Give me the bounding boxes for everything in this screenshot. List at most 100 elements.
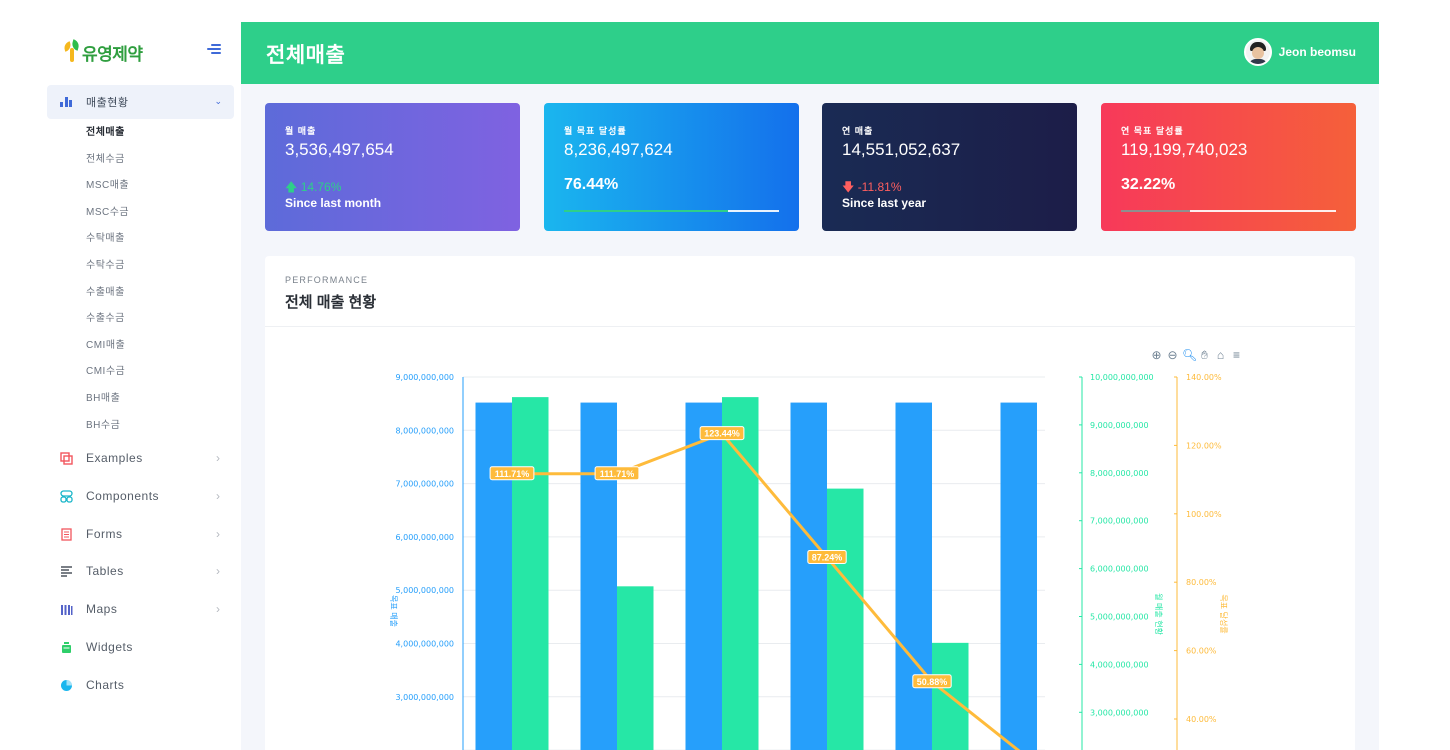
- copy-icon: [60, 451, 73, 465]
- page-title: 전체매출: [266, 44, 346, 67]
- submenu-item[interactable]: 전체수금: [86, 148, 129, 175]
- bar-target-sales: [790, 402, 827, 750]
- sidebar-item-charts[interactable]: Charts: [47, 670, 234, 700]
- right-axis-1-tick: 3,000,000,000: [1090, 708, 1149, 717]
- right-axis-2-tick: 60.00%: [1186, 647, 1217, 656]
- chevron-right-icon: ›: [216, 451, 220, 465]
- right-axis-2-label: 목표 달성률: [1219, 594, 1228, 633]
- progress-fill: [564, 210, 729, 212]
- bar-monthly-sales: [617, 586, 654, 750]
- sidebar-item-maps[interactable]: Maps ›: [47, 594, 234, 624]
- performance-card: PERFORMANCE 전체 매출 현황 ⊕ ⊖ 🔍︎ ✋︎ ⌂ ≡ 9,000…: [265, 256, 1355, 750]
- submenu-item[interactable]: MSC매출: [86, 174, 129, 201]
- sidebar-group-label: 매출현황: [86, 97, 129, 109]
- sidebar-group-sales[interactable]: 매출현황 ⌄: [47, 85, 234, 119]
- sidebar-item-examples[interactable]: Examples ›: [47, 443, 234, 473]
- progress-bar: [564, 210, 779, 212]
- stat-card-monthly-sales: 월 매출 3,536,497,654 🡅 14.76% Since last m…: [265, 103, 520, 231]
- right-axis-1-tick: 7,000,000,000: [1090, 517, 1149, 526]
- submenu-item[interactable]: BH매출: [86, 387, 129, 414]
- stat-change-value: -11.81%: [857, 180, 902, 194]
- user-name: Jeon beomsu: [1278, 45, 1356, 59]
- stat-value: 14,551,052,637: [842, 140, 961, 159]
- bar-target-sales: [475, 402, 512, 750]
- avatar: [1243, 38, 1272, 66]
- data-label: 50.88%: [917, 677, 948, 687]
- left-axis-tick: 5,000,000,000: [395, 586, 454, 595]
- data-label: 111.71%: [600, 469, 635, 479]
- right-axis-1-label: 월 매출 현황: [1154, 593, 1164, 636]
- maps-icon: [60, 603, 73, 616]
- progress-fill: [1121, 210, 1191, 212]
- right-axis-2-tick: 140.00%: [1186, 373, 1222, 382]
- top-header: 전체매출 Jeon beomsu: [241, 22, 1379, 84]
- stat-change-value: 14.76%: [300, 180, 342, 194]
- right-axis-1-tick: 5,000,000,000: [1090, 613, 1149, 622]
- sidebar-item-label: Components: [86, 489, 160, 503]
- tables-icon: [60, 565, 73, 578]
- left-axis-tick: 9,000,000,000: [395, 373, 454, 382]
- bar-target-sales: [580, 402, 617, 750]
- left-axis-tick: 6,000,000,000: [395, 533, 454, 542]
- bar-target-sales: [685, 402, 722, 750]
- stat-since: Since last month: [285, 196, 382, 210]
- stat-label: 연 목표 달성률: [1121, 126, 1184, 136]
- right-axis-2-tick: 80.00%: [1186, 578, 1217, 587]
- chevron-right-icon: ›: [216, 564, 220, 578]
- submenu-item[interactable]: MSC수금: [86, 201, 129, 228]
- user-menu[interactable]: Jeon beomsu: [1243, 38, 1356, 66]
- stat-value: 3,536,497,654: [285, 140, 394, 159]
- bar-monthly-sales: [512, 397, 549, 750]
- submenu-item[interactable]: 수탁수금: [86, 254, 129, 281]
- left-axis-tick: 4,000,000,000: [395, 640, 454, 649]
- arrow-down-icon: 🡇: [842, 180, 855, 194]
- sidebar: 유영제약 매출현황 ⌄ 전체매출 전체수금 MSC매출 MSC수금 수탁매출 수탁수금 수출…: [0, 0, 241, 750]
- submenu-item[interactable]: 수출수금: [86, 307, 129, 334]
- left-axis-label: 목표 매출: [389, 595, 399, 627]
- sidebar-item-label: Charts: [86, 678, 125, 692]
- forms-icon: [60, 527, 73, 541]
- left-axis-tick: 7,000,000,000: [395, 480, 454, 489]
- sidebar-submenu: 전체매출 전체수금 MSC매출 MSC수금 수탁매출 수탁수금 수출매출 수출수금 CMI매출 C…: [86, 121, 129, 440]
- stat-label: 월 매출: [285, 126, 317, 136]
- submenu-item[interactable]: 수탁매출: [86, 227, 129, 254]
- right-axis-2-tick: 120.00%: [1186, 441, 1222, 450]
- bar-chart-icon: [60, 97, 72, 107]
- right-axis-1-tick: 9,000,000,000: [1090, 421, 1149, 430]
- data-label: 111.71%: [495, 469, 530, 479]
- right-axis-1-tick: 8,000,000,000: [1090, 469, 1149, 478]
- submenu-item[interactable]: CMI매출: [86, 334, 129, 361]
- right-axis-2-tick: 40.00%: [1186, 715, 1217, 724]
- components-icon: [60, 489, 73, 503]
- left-axis-tick: 8,000,000,000: [395, 426, 454, 435]
- sidebar-item-widgets[interactable]: Widgets: [47, 632, 234, 662]
- widgets-icon: [60, 641, 73, 654]
- stat-percent: 76.44%: [564, 176, 619, 193]
- brand-name: 유영제약: [82, 44, 143, 64]
- arrow-up-icon: 🡅: [285, 180, 298, 194]
- right-axis-2-tick: 100.00%: [1186, 510, 1222, 519]
- sidebar-item-components[interactable]: Components ›: [47, 481, 234, 511]
- stat-label: 연 매출: [842, 126, 874, 136]
- sidebar-item-label: Examples: [86, 451, 143, 465]
- chevron-right-icon: ›: [216, 527, 220, 541]
- brand-sprout-icon: [62, 39, 81, 64]
- progress-bar: [1121, 210, 1336, 212]
- submenu-item[interactable]: BH수금: [86, 414, 129, 441]
- stat-value: 119,199,740,023: [1121, 140, 1248, 159]
- data-label: 123.44%: [704, 429, 740, 439]
- sidebar-item-tables[interactable]: Tables ›: [47, 556, 234, 586]
- stat-since: Since last year: [842, 196, 927, 210]
- stat-card-yearly-sales: 연 매출 14,551,052,637 🡇 -11.81% Since last…: [822, 103, 1077, 231]
- bar-monthly-sales: [722, 397, 759, 750]
- menu-toggle-icon[interactable]: [205, 41, 221, 57]
- main-content: 월 매출 3,536,497,654 🡅 14.76% Since last m…: [241, 84, 1379, 750]
- app-root: 유영제약 매출현황 ⌄ 전체매출 전체수금 MSC매출 MSC수금 수탁매출 수탁수금 수출…: [0, 0, 1450, 750]
- brand-logo[interactable]: 유영제약: [62, 38, 143, 66]
- submenu-item[interactable]: 수출매출: [86, 281, 129, 308]
- submenu-item[interactable]: 전체매출: [86, 121, 129, 148]
- sidebar-item-label: Tables: [86, 564, 124, 578]
- sidebar-item-forms[interactable]: Forms ›: [47, 519, 234, 549]
- submenu-item[interactable]: CMI수금: [86, 360, 129, 387]
- sidebar-item-label: Maps: [86, 602, 118, 616]
